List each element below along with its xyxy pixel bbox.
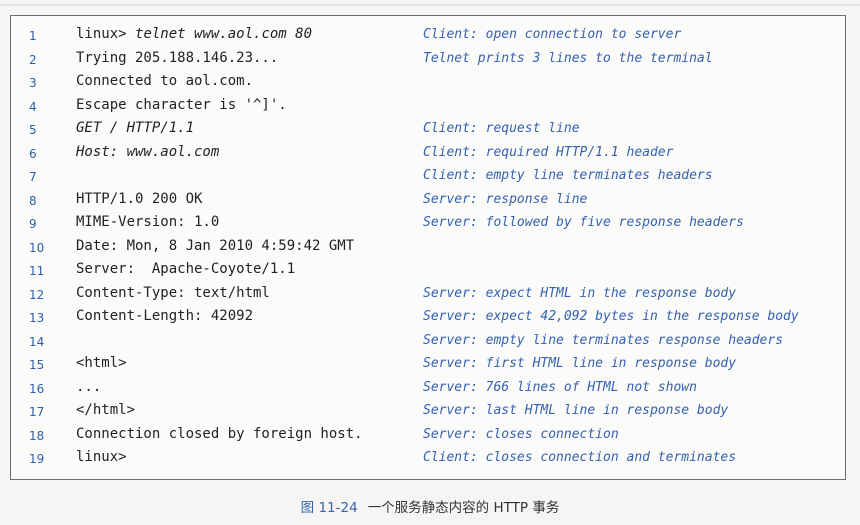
line-number: 2 — [29, 52, 37, 67]
code-line: 18 Connection closed by foreign host. Se… — [11, 424, 845, 447]
code-comment: Server: last HTML line in response body — [423, 403, 729, 418]
line-number: 5 — [29, 123, 37, 137]
code-text: Connected to aol.com. — [76, 73, 254, 89]
line-number: 7 — [29, 170, 37, 184]
code-line: 1 linux> telnet www.aol.com 80 Client: o… — [11, 24, 845, 47]
code-line: 11 Server: Apache-Coyote/1.1 — [11, 259, 845, 282]
code-text: HTTP/1.0 200 OK — [76, 190, 203, 207]
code-comment: Client: open connection to server — [423, 27, 682, 42]
code-line: 3 Connected to aol.com. — [11, 71, 845, 94]
line-number: 14 — [29, 334, 45, 349]
code-comment: Server: expect HTML in the response body — [423, 285, 737, 301]
code-text: MIME-Version: 1.0 — [76, 214, 220, 230]
code-text: Connection closed by foreign host. — [76, 425, 363, 442]
code-comment: Client: closes connection and terminates — [423, 450, 737, 465]
code-comment: Server: followed by five response header… — [423, 215, 744, 230]
code-line: 9 MIME-Version: 1.0 Server: followed by … — [11, 212, 845, 235]
code-line: 2 Trying 205.188.146.23... Telnet prints… — [11, 48, 845, 71]
code-line: 17 </html> Server: last HTML line in res… — [11, 400, 845, 423]
code-comment: Client: required HTTP/1.1 header — [423, 144, 674, 160]
figure-number: 图 11-24 — [300, 500, 358, 516]
code-comment: Server: 766 lines of HTML not shown — [423, 379, 697, 395]
code-text: <html> — [76, 355, 127, 371]
code-line: 7 Client: empty line terminates headers — [11, 165, 845, 188]
line-number: 9 — [29, 217, 37, 231]
code-text: Server: Apache-Coyote/1.1 — [76, 261, 296, 277]
code-line: 12 Content-Type: text/html Server: expec… — [11, 283, 845, 306]
figure-title: 一个服务静态内容的 HTTP 事务 — [367, 500, 560, 516]
code-text: linux> telnet www.aol.com 80 — [76, 26, 312, 42]
line-number: 13 — [29, 311, 45, 325]
code-line: 14 Server: empty line terminates respons… — [11, 330, 845, 353]
code-text: Trying 205.188.146.23... — [76, 49, 279, 66]
line-number: 15 — [29, 358, 45, 372]
line-number: 8 — [29, 193, 37, 208]
code-text: Date: Mon, 8 Jan 2010 4:59:42 GMT — [76, 237, 355, 254]
line-number: 6 — [29, 146, 37, 161]
line-number: 18 — [29, 428, 45, 443]
top-rule — [0, 4, 860, 6]
code-line: 15 <html> Server: first HTML line in res… — [11, 353, 845, 376]
code-comment: Client: request line — [423, 121, 580, 136]
code-listing: 1 linux> telnet www.aol.com 80 Client: o… — [10, 15, 846, 480]
line-number: 19 — [29, 452, 45, 466]
line-number: 4 — [29, 99, 37, 114]
code-input: telnet www.aol.com 80 — [135, 26, 313, 42]
line-number: 10 — [29, 240, 45, 255]
line-number: 1 — [29, 29, 37, 43]
code-input: GET / HTTP/1.1 — [76, 120, 195, 136]
code-comment: Server: first HTML line in response body — [423, 356, 737, 371]
code-text: Content-Type: text/html — [76, 284, 270, 301]
code-line: 16 ... Server: 766 lines of HTML not sho… — [11, 377, 845, 400]
code-comment: Telnet prints 3 lines to the terminal — [423, 50, 713, 66]
code-comment: Server: closes connection — [423, 426, 619, 442]
code-output: linux> — [76, 26, 136, 42]
code-line: 13 Content-Length: 42092 Server: expect … — [11, 306, 845, 329]
code-comment: Server: empty line terminates response h… — [423, 332, 784, 348]
code-line: 19 linux> Client: closes connection and … — [11, 447, 845, 470]
code-text: Escape character is '^]'. — [76, 96, 287, 113]
code-line: 6 Host: www.aol.com Client: required HTT… — [11, 142, 845, 165]
figure-caption: 图 11-24 一个服务静态内容的 HTTP 事务 — [0, 496, 860, 516]
code-text: Content-Length: 42092 — [76, 308, 254, 324]
code-line: 8 HTTP/1.0 200 OK Server: response line — [11, 189, 845, 212]
line-number: 11 — [29, 264, 45, 278]
code-comment: Server: expect 42,092 bytes in the respo… — [423, 309, 799, 324]
code-line: 5 GET / HTTP/1.1 Client: request line — [11, 118, 845, 141]
line-number: 3 — [29, 76, 37, 90]
line-number: 12 — [29, 287, 45, 302]
code-line: 10 Date: Mon, 8 Jan 2010 4:59:42 GMT — [11, 236, 845, 259]
code-text: ... — [76, 378, 102, 395]
code-comment: Server: response line — [423, 191, 588, 207]
code-text: linux> — [76, 449, 127, 465]
code-line: 4 Escape character is '^]'. — [11, 95, 845, 118]
code-text: </html> — [76, 402, 136, 418]
code-input: Host: www.aol.com — [76, 143, 220, 160]
line-number: 16 — [29, 381, 45, 396]
line-number: 17 — [29, 405, 45, 419]
code-comment: Client: empty line terminates headers — [423, 168, 713, 183]
